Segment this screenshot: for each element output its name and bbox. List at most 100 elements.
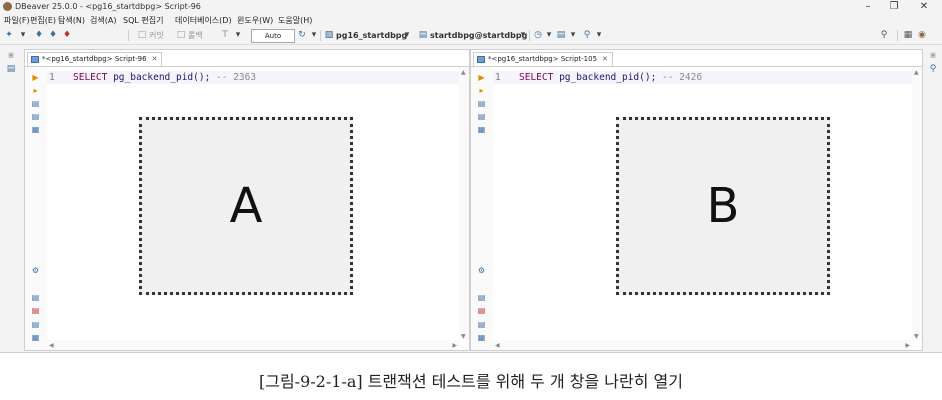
transaction-mode-field[interactable]: Auto xyxy=(251,29,295,43)
maximize-panel-icon[interactable]: ▤ xyxy=(477,321,486,329)
placeholder-label: A xyxy=(229,178,263,234)
output-icon[interactable]: ▦ xyxy=(477,126,486,134)
scroll-up-icon[interactable]: ▲ xyxy=(914,69,919,76)
search-icon[interactable]: ⚲ xyxy=(582,30,592,40)
scroll-down-icon[interactable]: ▼ xyxy=(914,333,919,340)
chevron-down-icon[interactable]: ▾ xyxy=(402,30,412,40)
horizontal-scrollbar[interactable]: ◀ ▶ xyxy=(493,340,912,350)
output-icon[interactable]: ▦ xyxy=(31,126,40,134)
close-icon[interactable]: ✕ xyxy=(602,55,608,63)
code-line[interactable]: SELECT pg_backend_pid(); -- 2426 xyxy=(519,72,702,83)
results-panel-icon[interactable]: ▤ xyxy=(31,294,40,302)
disconnect-icon[interactable]: ♦ xyxy=(48,30,58,40)
scroll-down-icon[interactable]: ▼ xyxy=(461,333,466,340)
schema-icon: ▤ xyxy=(418,30,428,40)
execute-script-icon[interactable]: ▸ xyxy=(477,87,486,95)
new-connection-icon[interactable]: ✦ xyxy=(4,30,14,40)
tab-script-96[interactable]: *<pg16_startdbpg> Script-96 ✕ xyxy=(27,52,163,66)
global-search-icon[interactable]: ⚲ xyxy=(879,30,889,40)
gear-icon[interactable]: ⚙ xyxy=(477,267,486,275)
sql-script-icon xyxy=(31,56,39,63)
code-line[interactable]: SELECT pg_backend_pid(); -- 2363 xyxy=(73,72,256,83)
maximize-panel-icon[interactable]: ▤ xyxy=(31,321,40,329)
sql-editor-right[interactable]: ▶ ▸ ▤ ▤ ▦ ⚙ ▤ ▤ ▤ ▦ 1 SELECT pg_backend_… xyxy=(471,66,922,350)
execute-script-icon[interactable]: ▸ xyxy=(31,87,40,95)
pin-icon[interactable]: ⋇ xyxy=(928,51,938,61)
editor-gutter: ▶ ▸ ▤ ▤ ▦ ⚙ ▤ ▤ ▤ ▦ xyxy=(471,67,493,350)
datasource-selector[interactable]: pg16_startdbpg xyxy=(336,27,407,44)
title-bar: DBeaver 25.0.0 - <pg16_startdbpg> Script… xyxy=(0,0,942,14)
commit-icon[interactable]: □ xyxy=(137,30,147,40)
schema-selector[interactable]: startdbpg@startdbpg xyxy=(430,27,527,44)
rollback-icon[interactable]: □ xyxy=(176,30,186,40)
menu-file[interactable]: 파일(F) xyxy=(4,14,30,27)
close-icon[interactable]: ✕ xyxy=(910,0,938,14)
chevron-down-icon[interactable]: ▾ xyxy=(18,30,28,40)
menu-help[interactable]: 도움말(H) xyxy=(278,14,312,27)
explain-plan-icon[interactable]: ▤ xyxy=(477,100,486,108)
tab-script-105[interactable]: *<pg16_startdbpg> Script-105 ✕ xyxy=(473,52,613,66)
refresh-icon[interactable]: ↻ xyxy=(297,30,307,40)
right-side-strip: ⋇ ⚲ xyxy=(922,45,942,352)
vertical-scrollbar[interactable]: ▲ ▼ xyxy=(459,67,469,340)
layout-icon[interactable]: ▦ xyxy=(31,334,40,342)
results-panel-icon[interactable]: ▤ xyxy=(477,294,486,302)
load-plan-icon[interactable]: ▤ xyxy=(31,113,40,121)
history-icon[interactable]: ◷ xyxy=(533,30,543,40)
dbeaver-logo-icon xyxy=(3,2,12,11)
sql-punctuation: (); xyxy=(639,72,657,83)
sql-editor-left[interactable]: ▶ ▸ ▤ ▤ ▦ ⚙ ▤ ▤ ▤ ▦ 1 SELECT pg_backend_… xyxy=(25,66,469,350)
restore-icon[interactable]: ❐ xyxy=(880,0,908,14)
dbeaver-window: DBeaver 25.0.0 - <pg16_startdbpg> Script… xyxy=(0,0,942,353)
close-icon[interactable]: ✕ xyxy=(152,55,158,63)
perspective-icon[interactable]: ▦ xyxy=(903,30,913,40)
execute-statement-icon[interactable]: ▶ xyxy=(31,74,40,82)
execute-statement-icon[interactable]: ▶ xyxy=(477,74,486,82)
menu-navigate[interactable]: 탐색(N) xyxy=(58,14,85,27)
menu-sql-editor[interactable]: SQL 편집기 xyxy=(123,14,163,27)
outline-search-icon[interactable]: ⚲ xyxy=(928,64,938,74)
layout-icon[interactable]: ▦ xyxy=(477,334,486,342)
sql-script-icon xyxy=(477,56,485,63)
print-icon[interactable]: ▤ xyxy=(556,30,566,40)
lock-icon[interactable]: ▤ xyxy=(31,307,40,315)
chevron-down-icon[interactable]: ▾ xyxy=(544,30,554,40)
vertical-scrollbar[interactable]: ▲ ▼ xyxy=(912,67,922,340)
commit-button[interactable]: 커밋 xyxy=(149,27,164,44)
menu-database[interactable]: 데이터베이스(D) xyxy=(175,14,232,27)
menu-search[interactable]: 검색(A) xyxy=(90,14,116,27)
tab-label: *<pg16_startdbpg> Script-105 xyxy=(488,55,598,63)
chevron-down-icon[interactable]: ▾ xyxy=(518,30,528,40)
dbeaver-perspective-icon[interactable]: ◉ xyxy=(917,30,927,40)
line-number: 1 xyxy=(49,72,55,83)
transaction-mode-icon[interactable]: ⊤ xyxy=(220,30,230,40)
load-plan-icon[interactable]: ▤ xyxy=(477,113,486,121)
figure-caption: [그림-9-2-1-a] 트랜잭션 테스트를 위해 두 개 창을 나란히 열기 xyxy=(259,372,683,391)
rollback-button[interactable]: 롤백 xyxy=(188,27,203,44)
window-title: DBeaver 25.0.0 - <pg16_startdbpg> Script… xyxy=(15,2,201,11)
navigator-icon[interactable]: ▤ xyxy=(6,64,16,74)
scroll-right-icon[interactable]: ▶ xyxy=(452,342,457,349)
chevron-down-icon[interactable]: ▾ xyxy=(233,30,243,40)
sql-comment: -- 2363 xyxy=(216,72,257,83)
scroll-up-icon[interactable]: ▲ xyxy=(461,69,466,76)
pin-icon[interactable]: ⋇ xyxy=(6,51,16,61)
invalidate-icon[interactable]: ♦ xyxy=(62,30,72,40)
explain-plan-icon[interactable]: ▤ xyxy=(31,100,40,108)
left-side-strip: ⋇ ▤ xyxy=(0,45,22,352)
menu-window[interactable]: 윈도우(W) xyxy=(237,14,273,27)
scroll-right-icon[interactable]: ▶ xyxy=(905,342,910,349)
scroll-left-icon[interactable]: ◀ xyxy=(495,342,500,349)
connect-icon[interactable]: ♦ xyxy=(34,30,44,40)
chevron-down-icon[interactable]: ▾ xyxy=(594,30,604,40)
chevron-down-icon[interactable]: ▾ xyxy=(309,30,319,40)
chevron-down-icon[interactable]: ▾ xyxy=(568,30,578,40)
horizontal-scrollbar[interactable]: ◀ ▶ xyxy=(47,340,459,350)
gear-icon[interactable]: ⚙ xyxy=(31,267,40,275)
toolbar-separator xyxy=(128,30,129,41)
lock-icon[interactable]: ▤ xyxy=(477,307,486,315)
scroll-left-icon[interactable]: ◀ xyxy=(49,342,54,349)
line-number: 1 xyxy=(495,72,501,83)
menu-edit[interactable]: 편집(E) xyxy=(30,14,56,27)
minimize-icon[interactable]: – xyxy=(854,0,882,14)
